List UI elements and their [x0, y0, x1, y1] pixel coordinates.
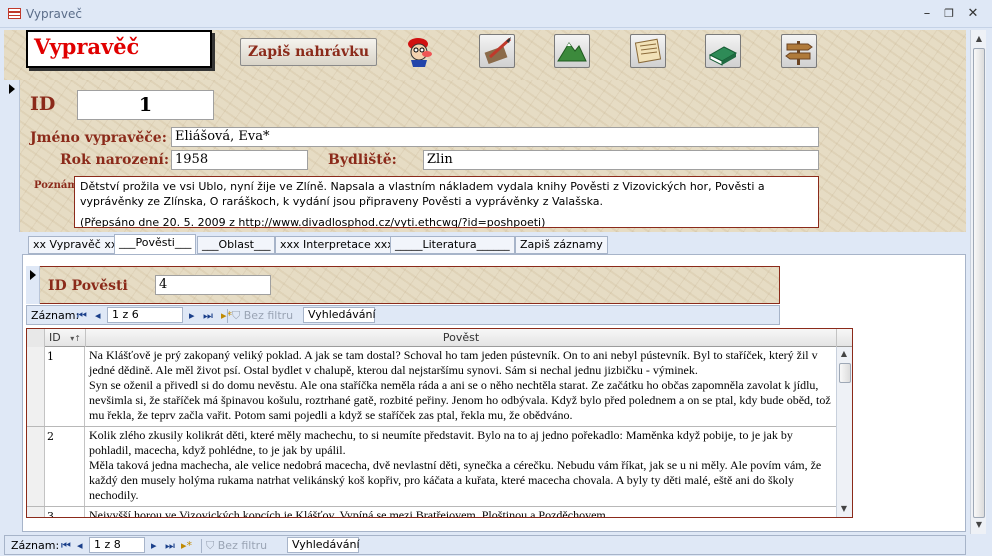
scroll-icon[interactable] — [630, 34, 666, 68]
no-filter-button[interactable]: ⛉ Bez filtru — [201, 539, 267, 553]
signpost-icon[interactable] — [781, 34, 817, 68]
notes-source-line: (Přepsáno dne 20. 5. 2009 z http://www.d… — [80, 216, 546, 228]
close-button[interactable]: ✕ — [964, 6, 982, 22]
row-id-cell[interactable]: 1 — [45, 347, 85, 426]
filter-label: Bez filtru — [217, 539, 268, 552]
residence-field[interactable]: Zlin — [423, 150, 819, 170]
name-label: Jméno vypravěče: — [30, 130, 167, 146]
form-window-icon — [8, 8, 21, 19]
row-text-cell[interactable]: Na Klášťově je prý zakopaný veliký pokla… — [86, 347, 836, 426]
form-navigation-bar: Záznam: ⏮ ◂ 1 z 8 ▸ ⏭ ▸* ⛉ Bez filtru Vy… — [4, 535, 966, 555]
restore-button[interactable]: ❐ — [940, 6, 958, 22]
tab-narrator[interactable]: xx Vypravěč xx — [28, 236, 123, 254]
sub-filter-label: Bez filtru — [243, 309, 294, 322]
mountain-icon[interactable] — [554, 34, 590, 68]
record-label: Záznam: — [11, 539, 60, 552]
filter-icon: ⛉ — [206, 539, 218, 552]
last-record-button[interactable]: ⏭ — [165, 539, 175, 553]
name-field[interactable]: Eliášová, Eva* — [171, 127, 819, 147]
row-text-cell[interactable]: Kolik zlého zkusily kolikrát děti, které… — [86, 427, 836, 506]
row-text-cell[interactable]: Nejvyšší horou ve Vizovických kopcích je… — [86, 507, 836, 517]
select-all-corner[interactable] — [27, 329, 45, 347]
subform-detail — [26, 266, 780, 304]
form-scrollbar[interactable]: ▲ ▼ — [970, 30, 986, 534]
record-position[interactable]: 1 z 8 — [89, 537, 145, 553]
row-selector[interactable] — [27, 507, 45, 517]
notes-text: Dětství prožila ve vsi Ublo, nyní žije v… — [80, 180, 765, 208]
tab-record-entries[interactable]: Zapiš záznamy — [515, 236, 608, 254]
quill-icon[interactable] — [479, 34, 515, 68]
sub-first-record-button[interactable]: ⏮ — [77, 309, 87, 323]
window-titlebar: Vypraveč – ❐ ✕ — [0, 0, 992, 28]
record-selector[interactable] — [4, 80, 20, 232]
tab-region[interactable]: ___Oblast___ — [197, 236, 276, 254]
tab-interpretation[interactable]: xxx Interpretace xxx — [275, 236, 399, 254]
book-icon[interactable] — [705, 34, 741, 68]
datasheet-header: ID ▾↑ Pověst — [27, 329, 852, 347]
character-icon[interactable] — [403, 34, 439, 68]
current-record-arrow-icon — [9, 84, 15, 94]
new-record-button[interactable]: ▸* — [181, 539, 192, 552]
row-selector[interactable] — [27, 347, 45, 426]
notes-field[interactable]: Dětství prožila ve vsi Ublo, nyní žije v… — [74, 176, 819, 228]
subform-navigation-bar: Záznam: ⏮ ◂ 1 z 6 ▸ ⏭ ▸* ⛉ Bez filtru Vy… — [26, 305, 780, 325]
sort-ascending-icon: ▾↑ — [70, 334, 81, 343]
row-selector[interactable] — [27, 427, 45, 506]
legend-id-field[interactable]: 4 — [155, 275, 271, 295]
scroll-thumb[interactable] — [839, 363, 851, 383]
prev-record-button[interactable]: ◂ — [77, 539, 83, 552]
table-row[interactable]: 3 Nejvyšší horou ve Vizovických kopcích … — [27, 507, 837, 517]
birth-year-label: Rok narození: — [60, 152, 170, 168]
row-id-cell[interactable]: 3 — [45, 507, 85, 517]
id-field[interactable]: 1 — [77, 90, 214, 120]
table-row[interactable]: 1 Na Klášťově je prý zakopaný veliký pok… — [27, 347, 837, 427]
table-row[interactable]: 2 Kolik zlého zkusily kolikrát děti, kte… — [27, 427, 837, 507]
sub-search-box[interactable]: Vyhledávání — [303, 307, 376, 323]
tab-literature[interactable]: _____Literatura______ — [390, 236, 515, 254]
subform-current-arrow-icon — [30, 270, 36, 280]
datasheet-scrollbar[interactable]: ▲ ▼ — [836, 347, 852, 517]
residence-label: Bydliště: — [328, 152, 397, 168]
sub-filter-icon: ⛉ — [232, 309, 244, 322]
scroll-down-arrow-icon[interactable]: ▼ — [837, 502, 851, 516]
subform-record-selector[interactable] — [26, 266, 40, 304]
id-label: ID — [30, 93, 56, 115]
minimize-button[interactable]: – — [918, 6, 936, 22]
record-recording-button[interactable]: Zapiš nahrávku — [240, 38, 377, 66]
sub-next-record-button[interactable]: ▸ — [189, 309, 195, 322]
legend-id-label: ID Pověsti — [48, 278, 128, 294]
sub-prev-record-button[interactable]: ◂ — [95, 309, 101, 322]
form-scroll-thumb[interactable] — [973, 48, 985, 518]
birth-year-field[interactable]: 1958 — [171, 150, 308, 170]
column-header-id[interactable]: ID ▾↑ — [45, 329, 86, 347]
window-title: Vypraveč — [26, 7, 82, 21]
column-header-text[interactable]: Pověst — [86, 329, 837, 347]
form-title: Vypravěč — [26, 30, 212, 68]
column-id-label: ID — [49, 331, 61, 344]
sub-record-label: Záznam: — [31, 309, 80, 322]
sub-record-position[interactable]: 1 z 6 — [107, 307, 183, 323]
sub-no-filter-button[interactable]: ⛉ Bez filtru — [227, 309, 293, 323]
sub-last-record-button[interactable]: ⏭ — [203, 309, 213, 323]
first-record-button[interactable]: ⏮ — [61, 539, 71, 553]
search-box[interactable]: Vyhledávání — [287, 537, 360, 553]
form-scroll-up-arrow-icon[interactable]: ▲ — [972, 32, 986, 46]
scroll-up-arrow-icon[interactable]: ▲ — [837, 347, 851, 361]
row-id-cell[interactable]: 2 — [45, 427, 85, 506]
form-scroll-down-arrow-icon[interactable]: ▼ — [972, 518, 986, 532]
next-record-button[interactable]: ▸ — [151, 539, 157, 552]
legends-datasheet: ID ▾↑ Pověst 1 Na Klášťově je prý zakopa… — [26, 328, 853, 518]
tab-legends[interactable]: ___Pověsti___ — [114, 234, 197, 255]
